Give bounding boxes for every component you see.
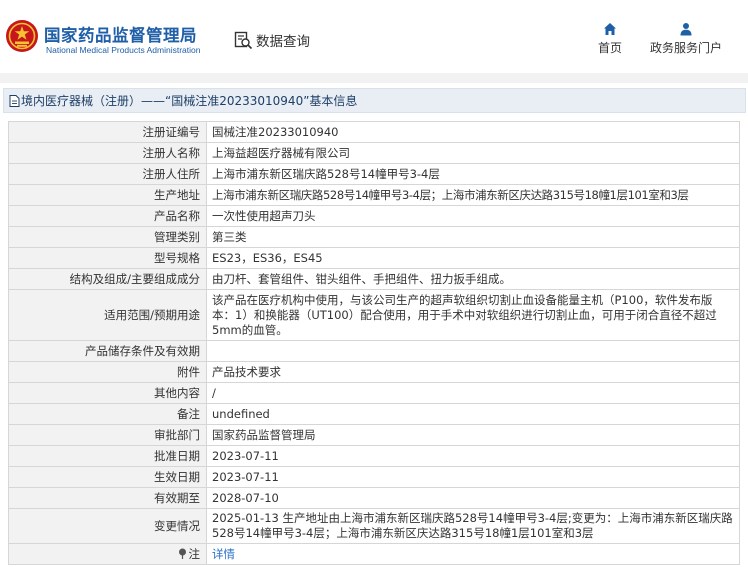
field-label: 注 — [188, 546, 201, 561]
field-value: 由刀杆、套管组件、钳头组件、手把组件、扭力扳手组成。 — [206, 268, 740, 290]
field-value: / — [206, 382, 740, 404]
table-row: 生产地址 上海市浦东新区瑞庆路528号14幢甲号3-4层；上海市浦东新区庆达路3… — [8, 184, 740, 206]
pin-icon — [178, 548, 186, 559]
field-label: 生产地址 — [8, 184, 207, 206]
nav-home-label: 首页 — [597, 41, 622, 55]
table-row: 管理类别 第三类 — [8, 226, 740, 248]
field-value: 上海市浦东新区瑞庆路528号14幢甲号3-4层；上海市浦东新区庆达路315号18… — [206, 184, 740, 206]
field-value: undefined — [206, 403, 740, 425]
field-value: 一次性使用超声刀头 — [206, 205, 740, 227]
table-row: 注册人名称 上海益超医疗器械有限公司 — [8, 142, 740, 164]
table-row: 有效期至 2028-07-10 — [8, 487, 740, 509]
registration-info-table: 注册证编号 国械注准20233010940 注册人名称 上海益超医疗器械有限公司… — [8, 121, 740, 565]
table-row: 产品储存条件及有效期 — [8, 340, 740, 362]
field-value: ES23，ES36，ES45 — [206, 247, 740, 269]
field-label: 产品储存条件及有效期 — [8, 340, 207, 362]
field-value — [206, 340, 740, 362]
emblem-icon — [6, 20, 38, 52]
field-value: 2028-07-10 — [206, 487, 740, 509]
field-label: 附件 — [8, 361, 207, 383]
data-query-link[interactable]: 数据查询 — [234, 30, 310, 50]
record-title: 境内医疗器械（注册）——“国械注准20233010940”基本信息 — [21, 94, 358, 108]
nav-portal-label: 政务服务门户 — [649, 41, 722, 55]
field-label: 审批部门 — [8, 424, 207, 446]
field-label: 型号规格 — [8, 247, 207, 269]
document-icon — [9, 94, 20, 107]
field-label: 注册人名称 — [8, 142, 207, 164]
field-label: 有效期至 — [8, 487, 207, 509]
field-value: 2025-01-13 生产地址由上海市浦东新区瑞庆路528号14幢甲号3-4层;… — [206, 508, 740, 544]
field-value: 国家药品监督管理局 — [206, 424, 740, 446]
table-row: 变更情况 2025-01-13 生产地址由上海市浦东新区瑞庆路528号14幢甲号… — [8, 508, 740, 544]
field-value: 第三类 — [206, 226, 740, 248]
field-value: 详情 — [206, 543, 740, 565]
note-label-cell: 注 — [8, 543, 207, 565]
field-label: 变更情况 — [8, 508, 207, 544]
table-row: 注册证编号 国械注准20233010940 — [8, 121, 740, 143]
field-label: 结构及组成/主要组成成分 — [8, 268, 207, 290]
field-label: 注册人住所 — [8, 163, 207, 185]
field-label: 批准日期 — [8, 445, 207, 467]
field-value: 上海益超医疗器械有限公司 — [206, 142, 740, 164]
field-value: 上海市浦东新区瑞庆路528号14幢甲号3-4层 — [206, 163, 740, 185]
table-row: 结构及组成/主要组成成分 由刀杆、套管组件、钳头组件、手把组件、扭力扳手组成。 — [8, 268, 740, 290]
detail-link[interactable]: 详情 — [212, 547, 235, 561]
table-row: 附件 产品技术要求 — [8, 361, 740, 383]
field-value: 国械注准20233010940 — [206, 121, 740, 143]
table-row: 审批部门 国家药品监督管理局 — [8, 424, 740, 446]
nav-home[interactable]: 首页 — [593, 22, 627, 56]
table-row: 批准日期 2023-07-11 — [8, 445, 740, 467]
table-row: 备注 undefined — [8, 403, 740, 425]
field-label: 生效日期 — [8, 466, 207, 488]
table-row: 注 详情 — [8, 543, 740, 565]
record-title-bar: 境内医疗器械（注册）——“国械注准20233010940”基本信息 — [3, 88, 746, 113]
table-row: 注册人住所 上海市浦东新区瑞庆路528号14幢甲号3-4层 — [8, 163, 740, 185]
data-query-label: 数据查询 — [256, 34, 310, 50]
header-divider — [0, 73, 748, 83]
table-row: 产品名称 一次性使用超声刀头 — [8, 205, 740, 227]
field-label: 备注 — [8, 403, 207, 425]
field-label: 管理类别 — [8, 226, 207, 248]
field-label: 适用范围/预期用途 — [8, 289, 207, 341]
site-title: 国家药品监督管理局 — [44, 26, 197, 45]
table-row: 其他内容 / — [8, 382, 740, 404]
search-document-icon — [234, 31, 253, 49]
table-row: 生效日期 2023-07-11 — [8, 466, 740, 488]
field-value: 2023-07-11 — [206, 445, 740, 467]
user-icon — [680, 23, 692, 36]
field-value: 产品技术要求 — [206, 361, 740, 383]
field-label: 产品名称 — [8, 205, 207, 227]
field-label: 其他内容 — [8, 382, 207, 404]
table-row: 适用范围/预期用途 该产品在医疗机构中使用，与该公司生产的超声软组织切割止血设备… — [8, 289, 740, 341]
field-label: 注册证编号 — [8, 121, 207, 143]
table-row: 型号规格 ES23，ES36，ES45 — [8, 247, 740, 269]
site-header: 国家药品监督管理局 National Medical Products Admi… — [0, 0, 748, 73]
field-value: 2023-07-11 — [206, 466, 740, 488]
site-subtitle: National Medical Products Administration — [46, 45, 201, 55]
home-icon — [604, 23, 616, 35]
field-value: 该产品在医疗机构中使用，与该公司生产的超声软组织切割止血设备能量主机（P100，… — [206, 289, 740, 341]
nav-service-portal[interactable]: 政务服务门户 — [644, 22, 728, 56]
